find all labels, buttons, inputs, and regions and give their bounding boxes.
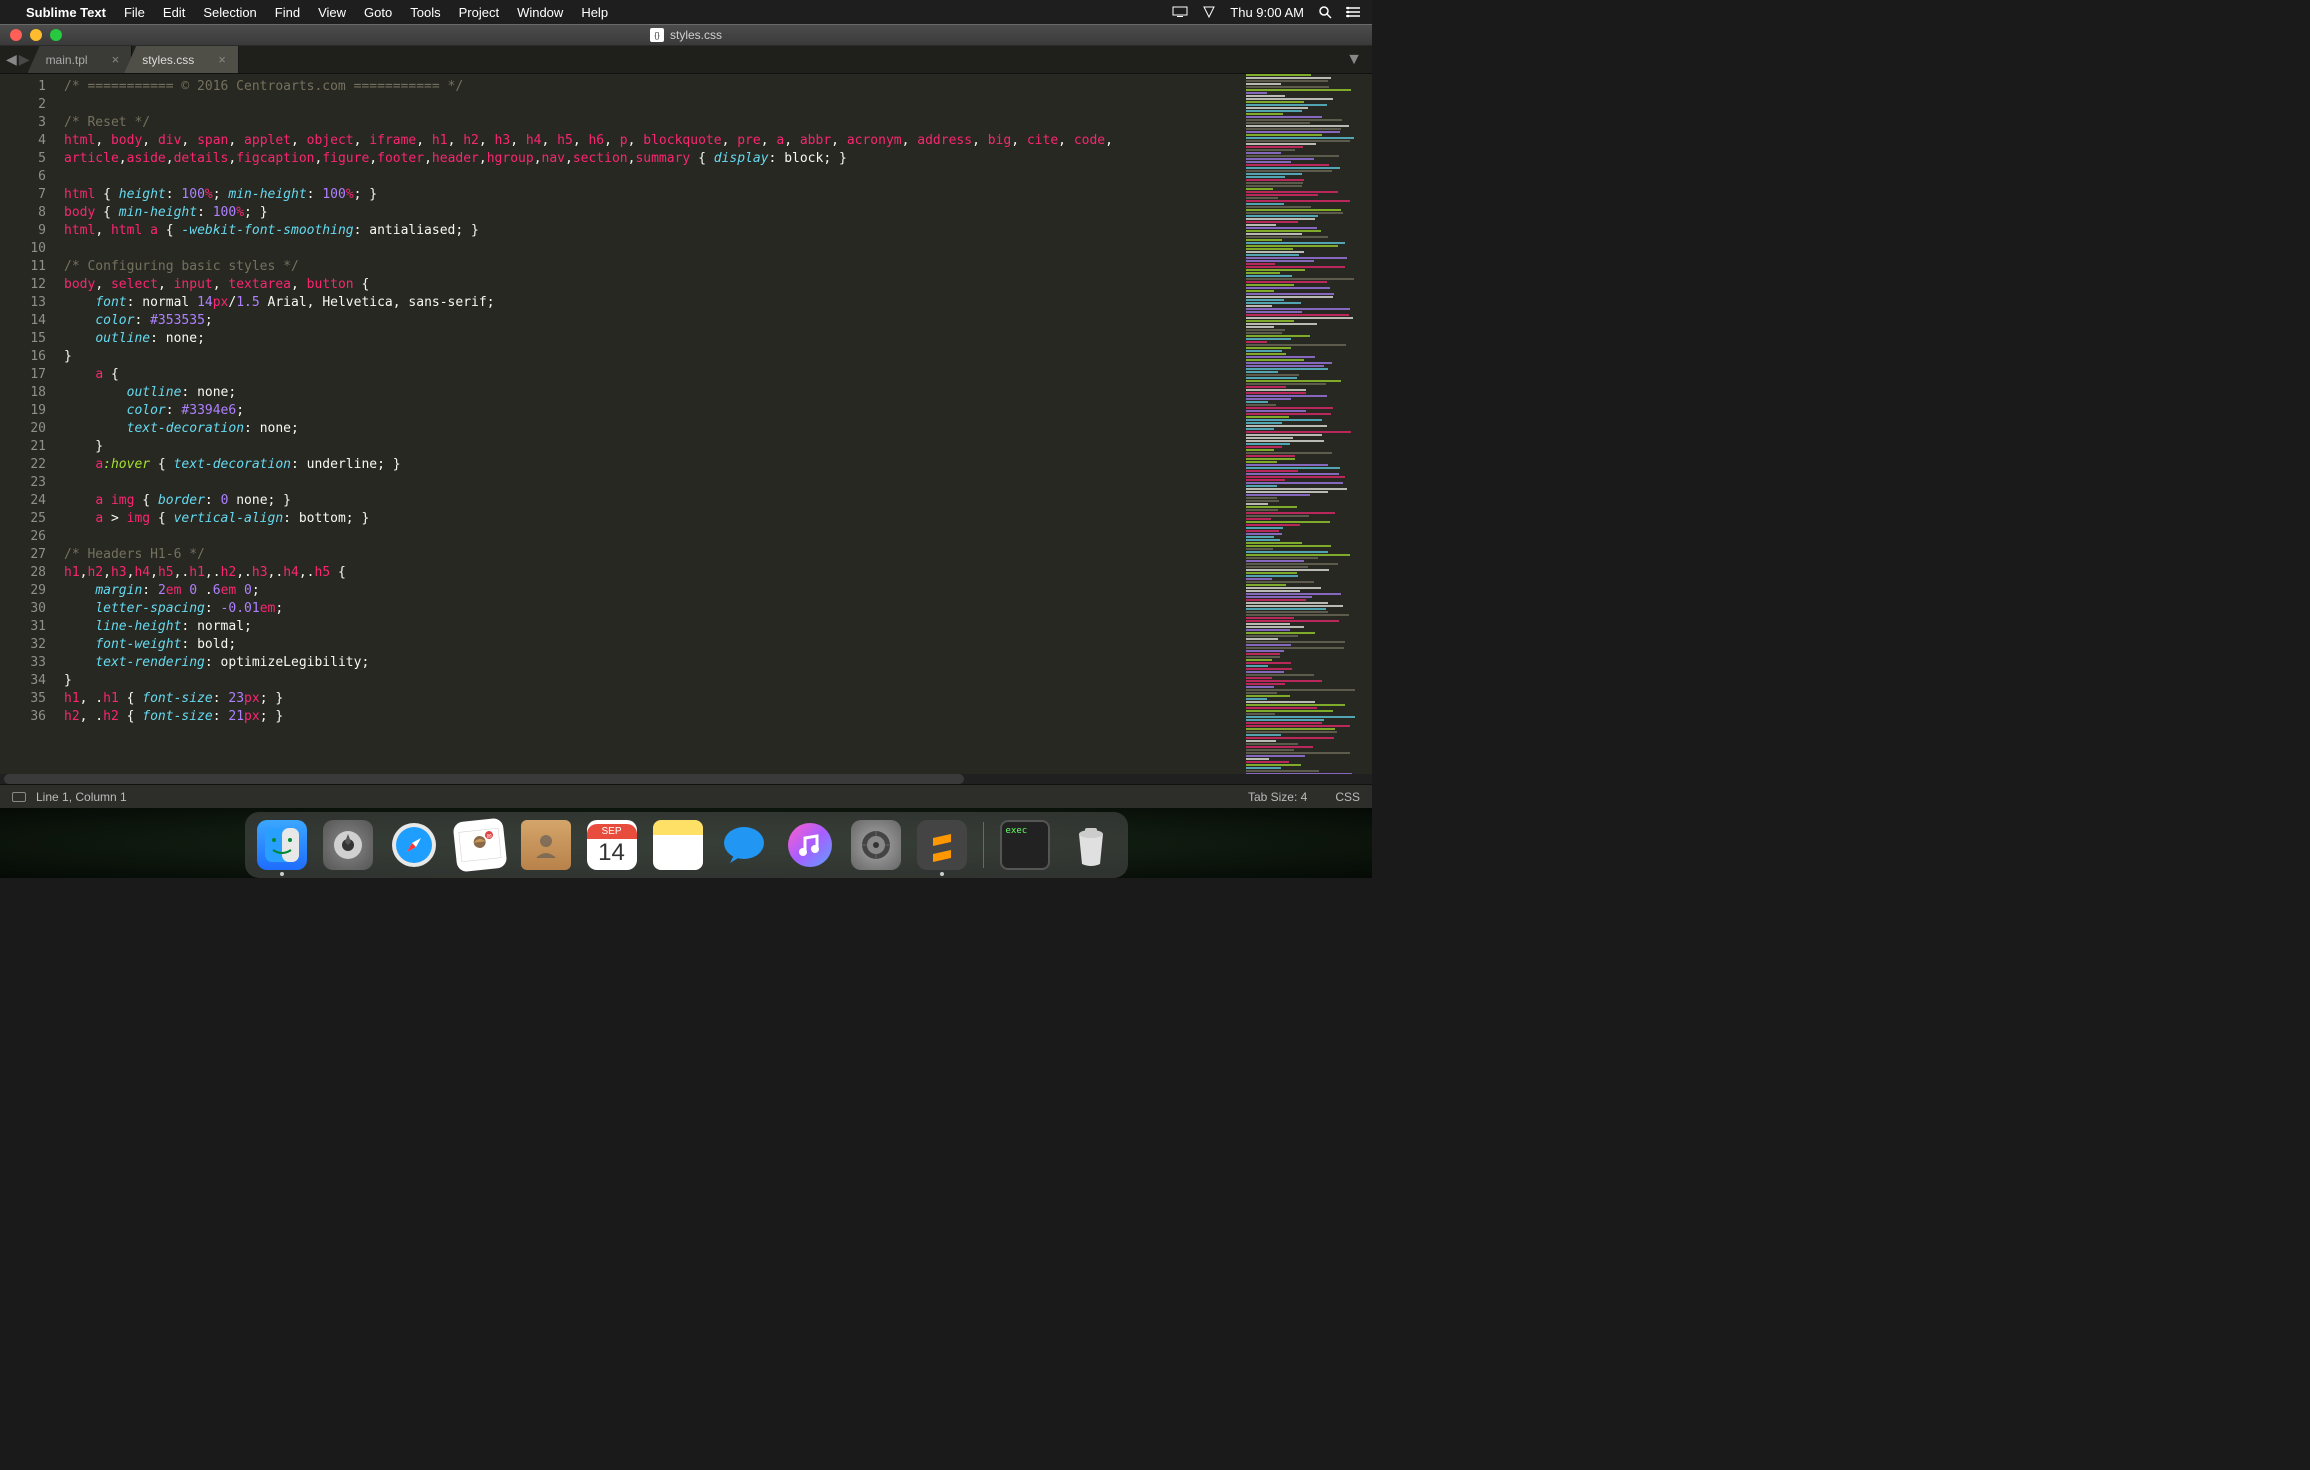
menu-help[interactable]: Help — [581, 5, 608, 20]
menubar-clock[interactable]: Thu 9:00 AM — [1230, 5, 1304, 20]
window-zoom-button[interactable] — [50, 29, 62, 41]
dock-contacts-icon[interactable] — [521, 820, 571, 870]
window-minimize-button[interactable] — [30, 29, 42, 41]
dock-terminal-icon[interactable]: exec — [1000, 820, 1050, 870]
tab-overflow-icon[interactable]: ▼ — [1336, 46, 1372, 73]
dock: ✉ SEP 14 exec — [245, 812, 1128, 878]
tab-label: main.tpl — [46, 53, 88, 67]
history-forward-icon[interactable]: ▶ — [19, 51, 30, 68]
tab-close-icon[interactable]: × — [218, 52, 226, 67]
tab-main-tpl[interactable]: main.tpl × — [28, 46, 133, 73]
minimap[interactable] — [1242, 74, 1372, 774]
dock-mail-icon[interactable]: ✉ — [452, 818, 507, 873]
tab-bar: ◀ ▶ main.tpl × styles.css × ▼ — [0, 46, 1372, 74]
file-type-icon: {} — [650, 28, 664, 42]
panel-switcher-icon[interactable] — [12, 792, 26, 802]
tab-close-icon[interactable]: × — [112, 52, 120, 67]
menu-window[interactable]: Window — [517, 5, 563, 20]
editor: 1234567891011121314151617181920212223242… — [0, 74, 1372, 774]
menu-selection[interactable]: Selection — [203, 5, 256, 20]
code-area[interactable]: /* =========== © 2016 Centroarts.com ===… — [58, 74, 1242, 774]
window-title: styles.css — [670, 28, 722, 42]
dock-messages-icon[interactable] — [719, 820, 769, 870]
window-close-button[interactable] — [10, 29, 22, 41]
desktop: ✉ SEP 14 exec — [0, 808, 1372, 878]
dock-separator — [983, 822, 984, 868]
menu-goto[interactable]: Goto — [364, 5, 392, 20]
menu-find[interactable]: Find — [275, 5, 300, 20]
dock-launchpad-icon[interactable] — [323, 820, 373, 870]
calendar-day-label: 14 — [598, 839, 625, 867]
tab-label: styles.css — [142, 53, 194, 67]
menu-tools[interactable]: Tools — [410, 5, 440, 20]
line-number-gutter: 1234567891011121314151617181920212223242… — [0, 74, 58, 774]
menu-view[interactable]: View — [318, 5, 346, 20]
dock-trash-icon[interactable] — [1066, 820, 1116, 870]
dock-safari-icon[interactable] — [389, 820, 439, 870]
window-controls — [10, 29, 62, 41]
script-menu-icon[interactable] — [1202, 5, 1216, 19]
notification-center-icon[interactable] — [1346, 6, 1360, 18]
spotlight-icon[interactable] — [1318, 5, 1332, 19]
terminal-label: exec — [1006, 826, 1028, 836]
tab-size-selector[interactable]: Tab Size: 4 — [1248, 790, 1307, 804]
menu-project[interactable]: Project — [459, 5, 499, 20]
menu-file[interactable]: File — [124, 5, 145, 20]
dock-calendar-icon[interactable]: SEP 14 — [587, 820, 637, 870]
menu-edit[interactable]: Edit — [163, 5, 185, 20]
dock-sublime-icon[interactable] — [917, 820, 967, 870]
app-name-menu[interactable]: Sublime Text — [26, 5, 106, 20]
display-icon[interactable] — [1172, 6, 1188, 18]
dock-itunes-icon[interactable] — [785, 820, 835, 870]
cursor-position[interactable]: Line 1, Column 1 — [36, 790, 127, 804]
horizontal-scrollbar[interactable] — [0, 774, 1372, 784]
svg-text:✉: ✉ — [486, 834, 492, 840]
dock-finder-icon[interactable] — [257, 820, 307, 870]
history-back-icon[interactable]: ◀ — [6, 51, 17, 68]
dock-notes-icon[interactable] — [653, 820, 703, 870]
status-bar: Line 1, Column 1 Tab Size: 4 CSS — [0, 784, 1372, 808]
tab-styles-css[interactable]: styles.css × — [124, 46, 239, 73]
window-titlebar: {} styles.css — [0, 24, 1372, 46]
syntax-selector[interactable]: CSS — [1335, 790, 1360, 804]
macos-menubar: Sublime Text File Edit Selection Find Vi… — [0, 0, 1372, 24]
calendar-month-label: SEP — [587, 824, 637, 839]
dock-settings-icon[interactable] — [851, 820, 901, 870]
